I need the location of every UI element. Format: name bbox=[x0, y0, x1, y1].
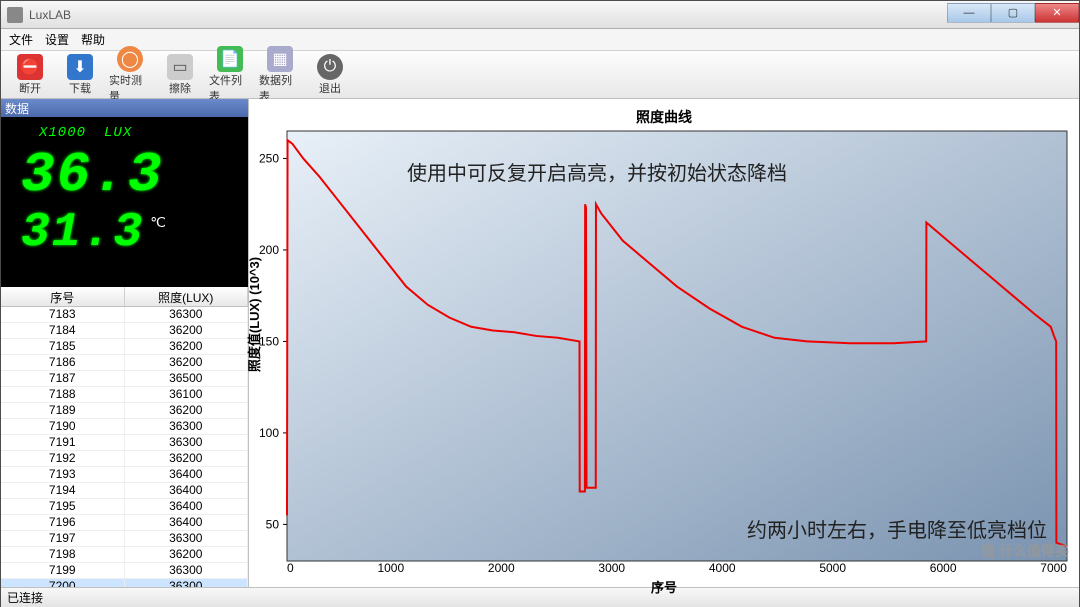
svg-text:50: 50 bbox=[266, 517, 280, 531]
table-row[interactable]: 718836100 bbox=[1, 387, 248, 403]
download-icon: ⬇ bbox=[67, 54, 93, 80]
datalist-icon: ▦ bbox=[267, 46, 293, 72]
disconnect-icon: ⛔ bbox=[17, 54, 43, 80]
chart-xticks: 01000200030004000500060007000 bbox=[287, 561, 1067, 575]
table-row[interactable]: 719136300 bbox=[1, 435, 248, 451]
lcd-temp-value: 31.3 bbox=[21, 209, 144, 257]
clear-button[interactable]: ▭擦除 bbox=[157, 52, 203, 98]
table-row[interactable]: 719336400 bbox=[1, 467, 248, 483]
lcd-multiplier: X1000 bbox=[39, 125, 86, 141]
lcd-main-value: 36.3 bbox=[11, 147, 238, 203]
titlebar: LuxLAB — ▢ ✕ bbox=[1, 1, 1079, 29]
chart-xlabel: 序号 bbox=[259, 577, 1069, 596]
filelist-icon: 📄 bbox=[217, 46, 243, 72]
maximize-button[interactable]: ▢ bbox=[991, 3, 1035, 23]
datalist-button[interactable]: ▦数据列表 bbox=[257, 44, 303, 106]
side-panel-header: 数据 bbox=[1, 99, 248, 117]
main-area: 数据 X1000 LUX 36.3 31.3 ℃ 序号 照度(LUX) 7183… bbox=[1, 99, 1079, 587]
toolbar: ⛔断开 ⬇下载 ◯实时测量 ▭擦除 📄文件列表 ▦数据列表 ⏻退出 bbox=[1, 51, 1079, 99]
watermark: 值 什么值得买 bbox=[981, 541, 1069, 561]
table-row[interactable]: 719536400 bbox=[1, 499, 248, 515]
table-row[interactable]: 718436200 bbox=[1, 323, 248, 339]
svg-text:200: 200 bbox=[259, 243, 279, 257]
table-row[interactable]: 719036300 bbox=[1, 419, 248, 435]
lcd-display: X1000 LUX 36.3 31.3 ℃ bbox=[1, 117, 248, 287]
disconnect-button[interactable]: ⛔断开 bbox=[7, 52, 53, 98]
window-title: LuxLAB bbox=[29, 8, 947, 22]
menubar: 文件 设置 帮助 bbox=[1, 29, 1079, 51]
status-text: 已连接 bbox=[7, 589, 43, 606]
minimize-button[interactable]: — bbox=[947, 3, 991, 23]
grid-header: 序号 照度(LUX) bbox=[1, 287, 248, 307]
filelist-button[interactable]: 📄文件列表 bbox=[207, 44, 253, 106]
app-icon bbox=[7, 7, 23, 23]
table-row[interactable]: 718736500 bbox=[1, 371, 248, 387]
table-row[interactable]: 719436400 bbox=[1, 483, 248, 499]
chart-plot[interactable]: 50100150200250 使用中可反复开启高亮，并按初始状态降档 约两小时左… bbox=[287, 131, 1067, 561]
chart-ylabel: 照度值(LUX) (10^3) bbox=[245, 256, 264, 371]
table-row[interactable]: 718636200 bbox=[1, 355, 248, 371]
data-grid[interactable]: 序号 照度(LUX) 71833630071843620071853620071… bbox=[1, 287, 248, 587]
svg-text:100: 100 bbox=[259, 426, 279, 440]
realtime-icon: ◯ bbox=[117, 46, 143, 72]
table-row[interactable]: 718536200 bbox=[1, 339, 248, 355]
col-seq[interactable]: 序号 bbox=[1, 287, 125, 306]
table-row[interactable]: 719836200 bbox=[1, 547, 248, 563]
side-panel: 数据 X1000 LUX 36.3 31.3 ℃ 序号 照度(LUX) 7183… bbox=[1, 99, 249, 587]
svg-text:150: 150 bbox=[259, 334, 279, 348]
close-button[interactable]: ✕ bbox=[1035, 3, 1079, 23]
table-row[interactable]: 719636400 bbox=[1, 515, 248, 531]
exit-icon: ⏻ bbox=[317, 54, 343, 80]
col-lux[interactable]: 照度(LUX) bbox=[125, 287, 249, 306]
table-row[interactable]: 718936200 bbox=[1, 403, 248, 419]
table-row[interactable]: 720036300 bbox=[1, 579, 248, 587]
table-row[interactable]: 719736300 bbox=[1, 531, 248, 547]
svg-text:250: 250 bbox=[259, 151, 279, 165]
chart-title: 照度曲线 bbox=[259, 107, 1069, 127]
menu-file[interactable]: 文件 bbox=[9, 31, 33, 48]
table-row[interactable]: 718336300 bbox=[1, 307, 248, 323]
grid-body[interactable]: 7183363007184362007185362007186362007187… bbox=[1, 307, 248, 587]
clear-icon: ▭ bbox=[167, 54, 193, 80]
table-row[interactable]: 719236200 bbox=[1, 451, 248, 467]
table-row[interactable]: 719936300 bbox=[1, 563, 248, 579]
realtime-button[interactable]: ◯实时测量 bbox=[107, 44, 153, 106]
lcd-unit: LUX bbox=[104, 125, 132, 141]
download-button[interactable]: ⬇下载 bbox=[57, 52, 103, 98]
menu-settings[interactable]: 设置 bbox=[45, 31, 69, 48]
menu-help[interactable]: 帮助 bbox=[81, 31, 105, 48]
lcd-temp-unit: ℃ bbox=[150, 215, 166, 232]
exit-button[interactable]: ⏻退出 bbox=[307, 52, 353, 98]
chart-panel: 照度曲线 照度值(LUX) (10^3) 50100150200250 使用中可… bbox=[249, 99, 1079, 587]
